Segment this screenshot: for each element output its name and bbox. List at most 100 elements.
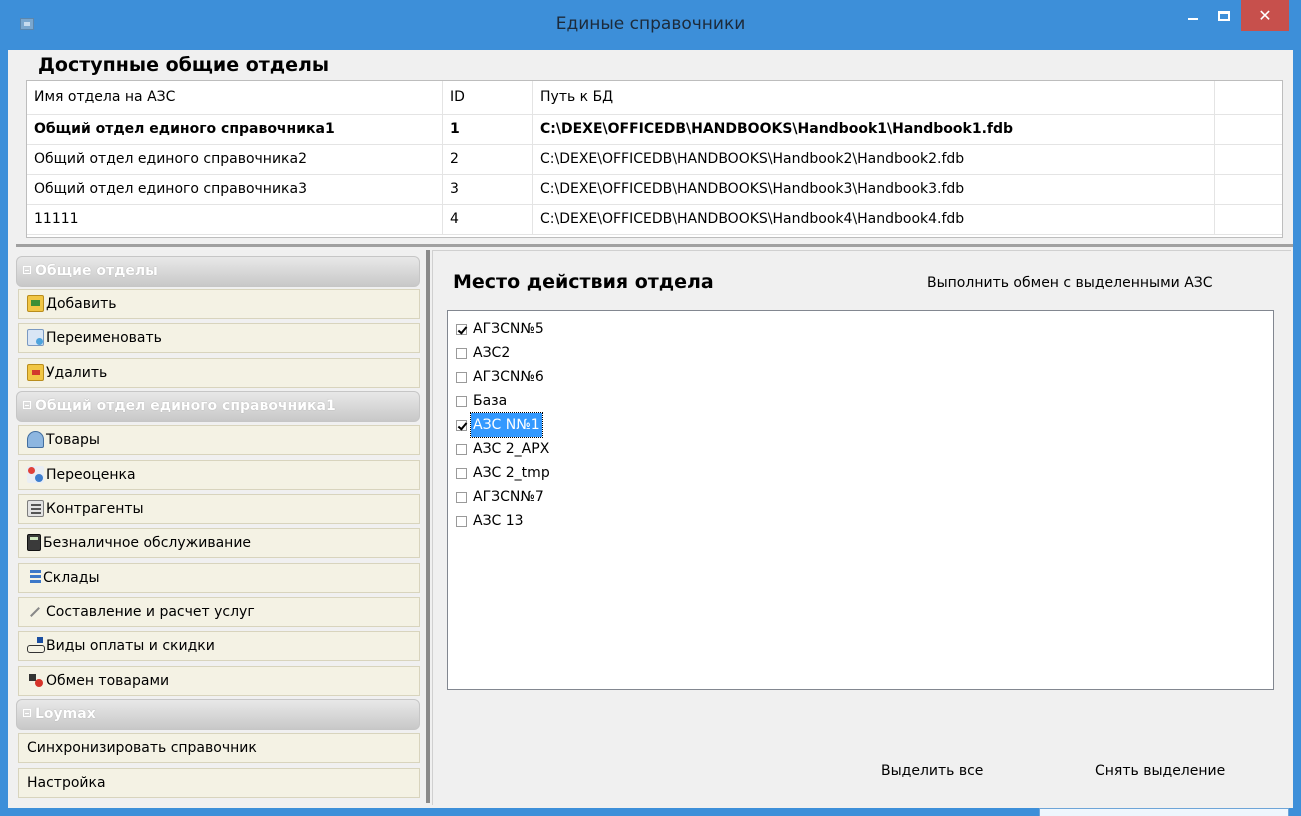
station-label: АГЗСN№5 xyxy=(473,321,544,337)
cell-id: 4 xyxy=(443,205,533,234)
cell-id: 1 xyxy=(443,115,533,144)
column-header-path[interactable]: Путь к БД xyxy=(533,81,1215,114)
checkbox[interactable] xyxy=(456,443,467,455)
cell-id: 3 xyxy=(443,175,533,204)
place-title: Место действия отдела xyxy=(453,271,714,293)
group-header-loymax[interactable]: Loymax xyxy=(16,699,420,730)
checkbox[interactable] xyxy=(456,515,467,527)
station-label: База xyxy=(473,393,508,409)
group-title: Общие отделы xyxy=(35,263,158,279)
cell-id: 2 xyxy=(443,145,533,174)
revaluation-icon xyxy=(27,466,44,483)
add-folder-icon xyxy=(27,295,44,312)
table-row[interactable]: Общий отдел единого справочника3 3 C:\DE… xyxy=(27,175,1282,205)
cell-name: Общий отдел единого справочника3 xyxy=(27,175,443,204)
window-title: Единые справочники xyxy=(555,14,746,34)
list-item[interactable]: АГЗСN№6 xyxy=(456,365,1273,389)
station-label: АГЗСN№6 xyxy=(473,369,544,385)
clear-selection-link[interactable]: Снять выделение xyxy=(1095,763,1225,779)
sidebar-item-exchange[interactable]: Обмен товарами xyxy=(18,666,420,696)
sidebar-item-payment[interactable]: Виды оплаты и скидки xyxy=(18,631,420,661)
sidebar-item-cashless[interactable]: Безналичное обслуживание xyxy=(18,528,420,558)
app-window: Единые справочники ✕ Доступные общие отд… xyxy=(0,0,1301,816)
table-row[interactable]: Общий отдел единого справочника2 2 C:\DE… xyxy=(27,145,1282,175)
client-area: Доступные общие отделы Имя отдела на АЗС… xyxy=(8,50,1293,816)
cell-path: C:\DEXE\OFFICEDB\HANDBOOKS\Handbook3\Han… xyxy=(533,175,1215,204)
checkbox[interactable] xyxy=(456,347,467,359)
list-item[interactable]: АГЗСN№5 xyxy=(456,317,1273,341)
group-header-common-departments[interactable]: Общие отделы xyxy=(16,256,420,287)
column-header-name[interactable]: Имя отдела на АЗС xyxy=(27,81,443,114)
exchange-icon xyxy=(27,672,44,689)
sidebar-item-label: Удалить xyxy=(46,365,108,381)
goods-icon xyxy=(27,431,44,448)
payment-icon xyxy=(27,637,45,654)
group-header-department1[interactable]: Общий отдел единого справочника1 xyxy=(16,391,420,422)
sidebar-item-rename[interactable]: Переименовать xyxy=(18,323,420,353)
sidebar-item-label: Виды оплаты и скидки xyxy=(46,638,215,654)
maximize-button[interactable] xyxy=(1209,0,1239,32)
sidebar-item-label: Безналичное обслуживание xyxy=(43,535,252,551)
calculator-icon xyxy=(27,534,41,551)
list-item[interactable]: АГЗСN№7 xyxy=(456,485,1273,509)
sidebar-item-goods[interactable]: Товары xyxy=(18,425,420,455)
group-title: Общий отдел единого справочника1 xyxy=(35,398,336,414)
title-bar[interactable]: Единые справочники ✕ xyxy=(0,0,1301,50)
checkbox[interactable] xyxy=(456,323,467,335)
sidebar-item-sync[interactable]: Синхронизировать справочник xyxy=(18,733,420,763)
cell-name: 11111 xyxy=(27,205,443,234)
sidebar-item-label: Контрагенты xyxy=(46,501,144,517)
list-item[interactable]: АЗС N№1 xyxy=(456,412,1273,438)
checkbox[interactable] xyxy=(456,371,467,383)
table-row[interactable]: 11111 4 C:\DEXE\OFFICEDB\HANDBOOKS\Handb… xyxy=(27,205,1282,235)
table-row[interactable]: Общий отдел единого справочника1 1 C:\DE… xyxy=(27,115,1282,145)
checkbox[interactable] xyxy=(456,419,467,431)
warehouses-icon xyxy=(27,569,41,586)
column-header-id[interactable]: ID xyxy=(443,81,533,114)
sidebar-item-warehouses[interactable]: Склады xyxy=(18,563,420,593)
services-icon xyxy=(27,603,44,620)
station-label: АЗС N№1 xyxy=(470,412,543,438)
list-item[interactable]: База xyxy=(456,389,1273,413)
list-item[interactable]: АЗС 2_tmp xyxy=(456,461,1273,485)
ok-button[interactable]: OK xyxy=(1039,808,1289,816)
list-item[interactable]: АЗС 13 xyxy=(456,509,1273,533)
sidebar-item-settings[interactable]: Настройка xyxy=(18,768,420,798)
sidebar-item-label: Переоценка xyxy=(46,467,136,483)
checkbox[interactable] xyxy=(456,395,467,407)
minimize-button[interactable] xyxy=(1178,0,1208,32)
horizontal-splitter[interactable] xyxy=(16,244,1293,247)
collapse-icon xyxy=(23,401,31,409)
departments-grid[interactable]: Имя отдела на АЗС ID Путь к БД Общий отд… xyxy=(26,80,1283,238)
sidebar-item-add[interactable]: Добавить xyxy=(18,289,420,319)
exchange-selected-link[interactable]: Выполнить обмен с выделенными АЗС xyxy=(927,275,1213,291)
close-icon: ✕ xyxy=(1258,6,1272,25)
sidebar: Общие отделы Добавить Переименовать Удал… xyxy=(16,256,420,803)
list-item[interactable]: АЗС 2_АРХ xyxy=(456,437,1273,461)
rename-icon xyxy=(27,329,44,346)
sidebar-item-label: Синхронизировать справочник xyxy=(27,740,257,756)
close-button[interactable]: ✕ xyxy=(1241,0,1289,31)
sidebar-item-label: Склады xyxy=(43,570,100,586)
stations-checklist[interactable]: АГЗСN№5 АЗС2 АГЗСN№6 База АЗС N№1 АЗС 2_… xyxy=(447,310,1274,690)
station-label: АЗС 2_АРХ xyxy=(473,441,550,457)
cell-path: C:\DEXE\OFFICEDB\HANDBOOKS\Handbook1\Han… xyxy=(533,115,1215,144)
sidebar-item-revaluation[interactable]: Переоценка xyxy=(18,460,420,490)
group-title: Loymax xyxy=(35,706,96,722)
maximize-icon xyxy=(1218,11,1230,21)
sidebar-item-delete[interactable]: Удалить xyxy=(18,358,420,388)
station-label: АГЗСN№7 xyxy=(473,489,544,505)
vertical-splitter[interactable] xyxy=(426,250,430,803)
collapse-icon xyxy=(23,709,31,717)
checkbox[interactable] xyxy=(456,491,467,503)
collapse-icon xyxy=(23,266,31,274)
cell-name: Общий отдел единого справочника2 xyxy=(27,145,443,174)
select-all-link[interactable]: Выделить все xyxy=(881,763,983,779)
cell-name: Общий отдел единого справочника1 xyxy=(27,115,443,144)
sidebar-item-label: Добавить xyxy=(46,296,117,312)
sidebar-item-label: Переименовать xyxy=(46,330,162,346)
checkbox[interactable] xyxy=(456,467,467,479)
sidebar-item-services[interactable]: Составление и расчет услуг xyxy=(18,597,420,627)
list-item[interactable]: АЗС2 xyxy=(456,341,1273,365)
sidebar-item-contractors[interactable]: Контрагенты xyxy=(18,494,420,524)
